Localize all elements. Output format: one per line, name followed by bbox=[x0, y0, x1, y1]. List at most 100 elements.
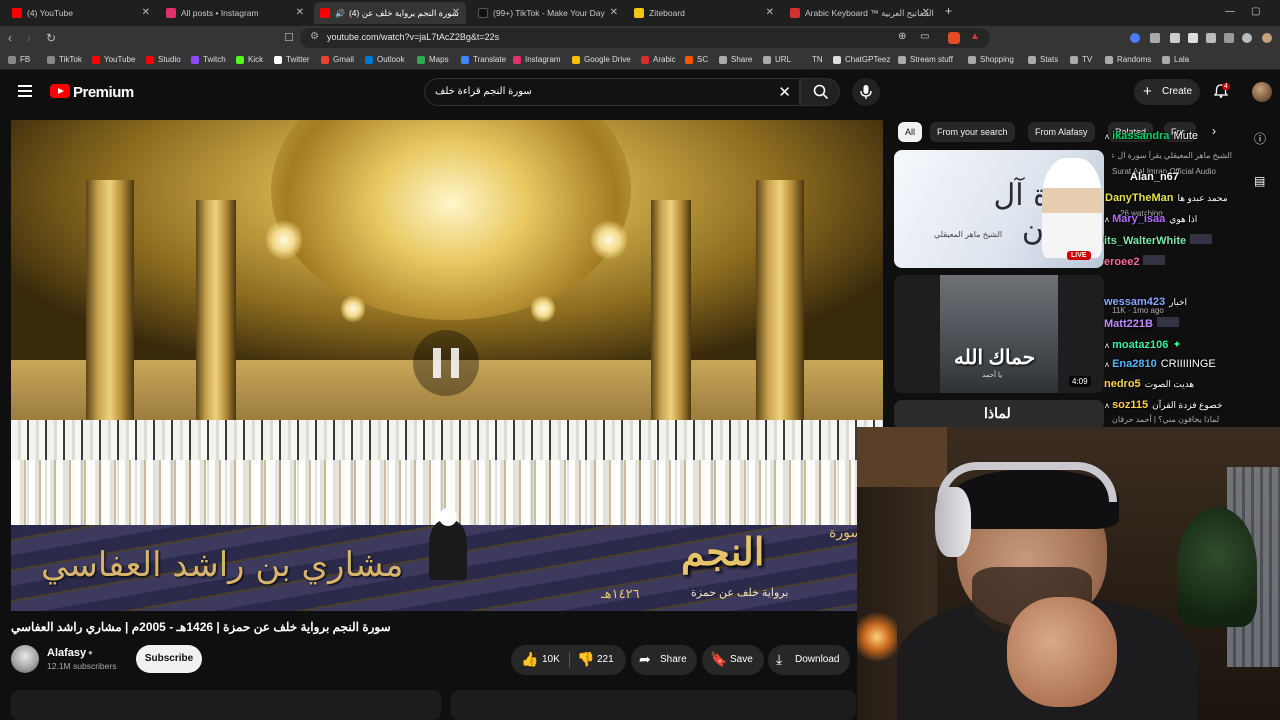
url-text[interactable]: youtube.com/watch?v=jaL7tAcZ2Bg&t=22s bbox=[327, 32, 499, 42]
cast-icon[interactable]: ▭ bbox=[920, 31, 929, 42]
back-icon[interactable]: ‹ bbox=[8, 31, 12, 45]
bookmark-outlook[interactable]: Outlook bbox=[365, 55, 405, 64]
address-bar[interactable]: ⚙ youtube.com/watch?v=jaL7tAcZ2Bg&t=22s … bbox=[300, 28, 990, 48]
like-icon[interactable]: 👍 bbox=[521, 651, 538, 668]
bookmark-label: TN bbox=[812, 55, 823, 64]
bookmark-twitch[interactable]: Twitch bbox=[191, 55, 226, 64]
bookmark-twitter[interactable]: Twitter bbox=[274, 55, 310, 64]
dislike-count[interactable]: 221 bbox=[597, 654, 614, 665]
bookmark-kick[interactable]: Kick bbox=[236, 55, 263, 64]
bookmark-share[interactable]: Share bbox=[719, 55, 752, 64]
bookmark-tn[interactable]: TN bbox=[812, 55, 823, 64]
alert-icon[interactable]: ▲ bbox=[970, 31, 980, 42]
pause-icon[interactable] bbox=[413, 330, 479, 396]
chat-username: Ena2810 bbox=[1112, 358, 1157, 370]
sidebar-icon[interactable] bbox=[1188, 33, 1198, 43]
bookmark-icon[interactable]: ☐ bbox=[284, 31, 294, 44]
site-info-icon[interactable]: ⚙ bbox=[310, 31, 319, 42]
search-input[interactable]: سورة النجم قراءة خلف ✕ bbox=[424, 78, 800, 106]
youtube-logo-icon[interactable] bbox=[50, 84, 70, 98]
chip-all[interactable]: All bbox=[898, 122, 923, 142]
forward-icon[interactable]: › bbox=[27, 31, 31, 45]
recommendation-thumbnail[interactable]: لماذا bbox=[894, 400, 1104, 430]
bookmark-instagram[interactable]: Instagram bbox=[513, 55, 561, 64]
close-icon[interactable]: ✕ bbox=[610, 7, 618, 18]
bookmark-google-drive[interactable]: Google Drive bbox=[572, 55, 631, 64]
video-player[interactable]: مشاري بن راشد العفاسي النجم برواية خلف ع… bbox=[11, 120, 883, 611]
bookmark-tiktok[interactable]: TikTok bbox=[47, 55, 82, 64]
bookmark-arabic[interactable]: Arabic bbox=[641, 55, 676, 64]
bookmark-label: TV bbox=[1082, 55, 1093, 64]
youtube-premium-logo[interactable]: Premium bbox=[73, 84, 134, 101]
close-icon[interactable]: ✕ bbox=[452, 7, 460, 18]
bookmark-lala[interactable]: Lala bbox=[1162, 55, 1189, 64]
channel-name[interactable]: Alafasy bbox=[47, 647, 86, 659]
wallet-icon[interactable] bbox=[1206, 33, 1216, 43]
bookmark-studio[interactable]: Studio bbox=[146, 55, 181, 64]
bookmark-randoms[interactable]: Randoms bbox=[1105, 55, 1151, 64]
search-query[interactable]: سورة النجم قراءة خلف bbox=[435, 86, 532, 97]
bookmark-sc[interactable]: SC bbox=[685, 55, 708, 64]
close-icon[interactable]: ✕ bbox=[296, 7, 304, 18]
channel-avatar[interactable] bbox=[11, 645, 39, 673]
download-icon[interactable] bbox=[1224, 33, 1234, 43]
tab-youtube-active[interactable]: 🔊 (4) سورة النجم برواية خلف عن ✕ bbox=[314, 2, 466, 24]
bookmark-chatgpteez[interactable]: ChatGPTeez bbox=[833, 55, 890, 64]
voice-search-button[interactable] bbox=[852, 78, 880, 106]
instagram-icon bbox=[513, 55, 521, 64]
maximize-icon[interactable]: ▢ bbox=[1251, 6, 1260, 17]
chandelier bbox=[591, 220, 627, 260]
tab-ziteboard[interactable]: Ziteboard ✕ bbox=[628, 2, 780, 24]
recommendation-title[interactable]: الشيخ ماهر المعيقلي يقرأ سورة آل عمران (… bbox=[1112, 151, 1232, 160]
search-button[interactable] bbox=[800, 78, 840, 106]
download-button[interactable]: ⤓ Download bbox=[768, 645, 850, 675]
tab-tiktok[interactable]: (99+) TikTok - Make Your Day ✕ bbox=[472, 2, 624, 24]
chevron-right-icon[interactable]: › bbox=[1212, 124, 1216, 138]
tab-arabic-keyboard[interactable]: Arabic Keyboard ™ لوحة المفاتيح العربية … bbox=[784, 2, 936, 24]
clear-search-icon[interactable]: ✕ bbox=[778, 83, 791, 101]
tab-instagram[interactable]: All posts • Instagram ✕ bbox=[160, 2, 310, 24]
close-icon[interactable]: ✕ bbox=[142, 7, 150, 18]
bookmark-shopping[interactable]: Shopping bbox=[968, 55, 1014, 64]
reload-icon[interactable]: ↻ bbox=[46, 31, 56, 45]
bookmark-stream-stuff[interactable]: Stream stuff bbox=[898, 55, 953, 64]
share-button[interactable]: ➦ Share bbox=[631, 645, 697, 675]
tab-youtube[interactable]: (4) YouTube ✕ bbox=[6, 2, 156, 24]
bookmark-stats[interactable]: Stats bbox=[1028, 55, 1058, 64]
bookmark-gmail[interactable]: Gmail bbox=[321, 55, 354, 64]
bookmark-url[interactable]: URL bbox=[763, 55, 791, 64]
close-icon[interactable]: ✕ bbox=[922, 7, 930, 18]
bookmark-youtube[interactable]: YouTube bbox=[92, 55, 135, 64]
youtube-icon bbox=[92, 55, 100, 64]
zoom-icon[interactable]: ⊕ bbox=[898, 31, 906, 42]
like-count[interactable]: 10K bbox=[542, 654, 560, 665]
minimize-icon[interactable]: — bbox=[1225, 6, 1235, 17]
puzzle-icon[interactable] bbox=[1150, 33, 1160, 43]
shield-icon[interactable] bbox=[1242, 33, 1252, 43]
bookmark-maps[interactable]: Maps bbox=[417, 55, 449, 64]
extension-icon[interactable] bbox=[1170, 33, 1180, 43]
create-button[interactable]: + Create bbox=[1134, 79, 1200, 105]
menu-icon[interactable] bbox=[18, 85, 32, 100]
recommendation-title[interactable]: لماذا يخافون مني؟ | أحمد حرقان bbox=[1112, 415, 1219, 424]
chat-icon[interactable]: ▤ bbox=[1254, 174, 1270, 190]
subscribe-button[interactable]: Subscribe bbox=[136, 645, 202, 673]
chip-from-alafasy[interactable]: From Alafasy bbox=[1028, 122, 1095, 142]
close-icon[interactable]: ✕ bbox=[766, 7, 774, 18]
bookmark-tv[interactable]: TV bbox=[1070, 55, 1092, 64]
extension-icon[interactable] bbox=[948, 32, 960, 44]
save-button[interactable]: 🔖 Save bbox=[702, 645, 764, 675]
account-avatar[interactable] bbox=[1252, 82, 1272, 102]
profile-icon[interactable] bbox=[1262, 33, 1272, 43]
extension-icon[interactable] bbox=[1130, 33, 1140, 43]
tab-title: Ziteboard bbox=[649, 8, 685, 18]
info-icon[interactable]: ⓘ bbox=[1254, 130, 1270, 146]
dislike-icon[interactable]: 👎 bbox=[577, 651, 594, 668]
description-area[interactable] bbox=[11, 690, 856, 720]
browser-toolbar: ‹ › ↻ ☐ ⚙ youtube.com/watch?v=jaL7tAcZ2B… bbox=[0, 26, 1280, 50]
bookmark-fb[interactable]: FB bbox=[8, 55, 30, 64]
chip-from-your-search[interactable]: From your search bbox=[930, 122, 1015, 142]
speaker-icon[interactable]: 🔊 bbox=[335, 9, 345, 18]
bookmark-translate[interactable]: Translate bbox=[461, 55, 506, 64]
new-tab-icon[interactable]: + bbox=[945, 4, 952, 18]
